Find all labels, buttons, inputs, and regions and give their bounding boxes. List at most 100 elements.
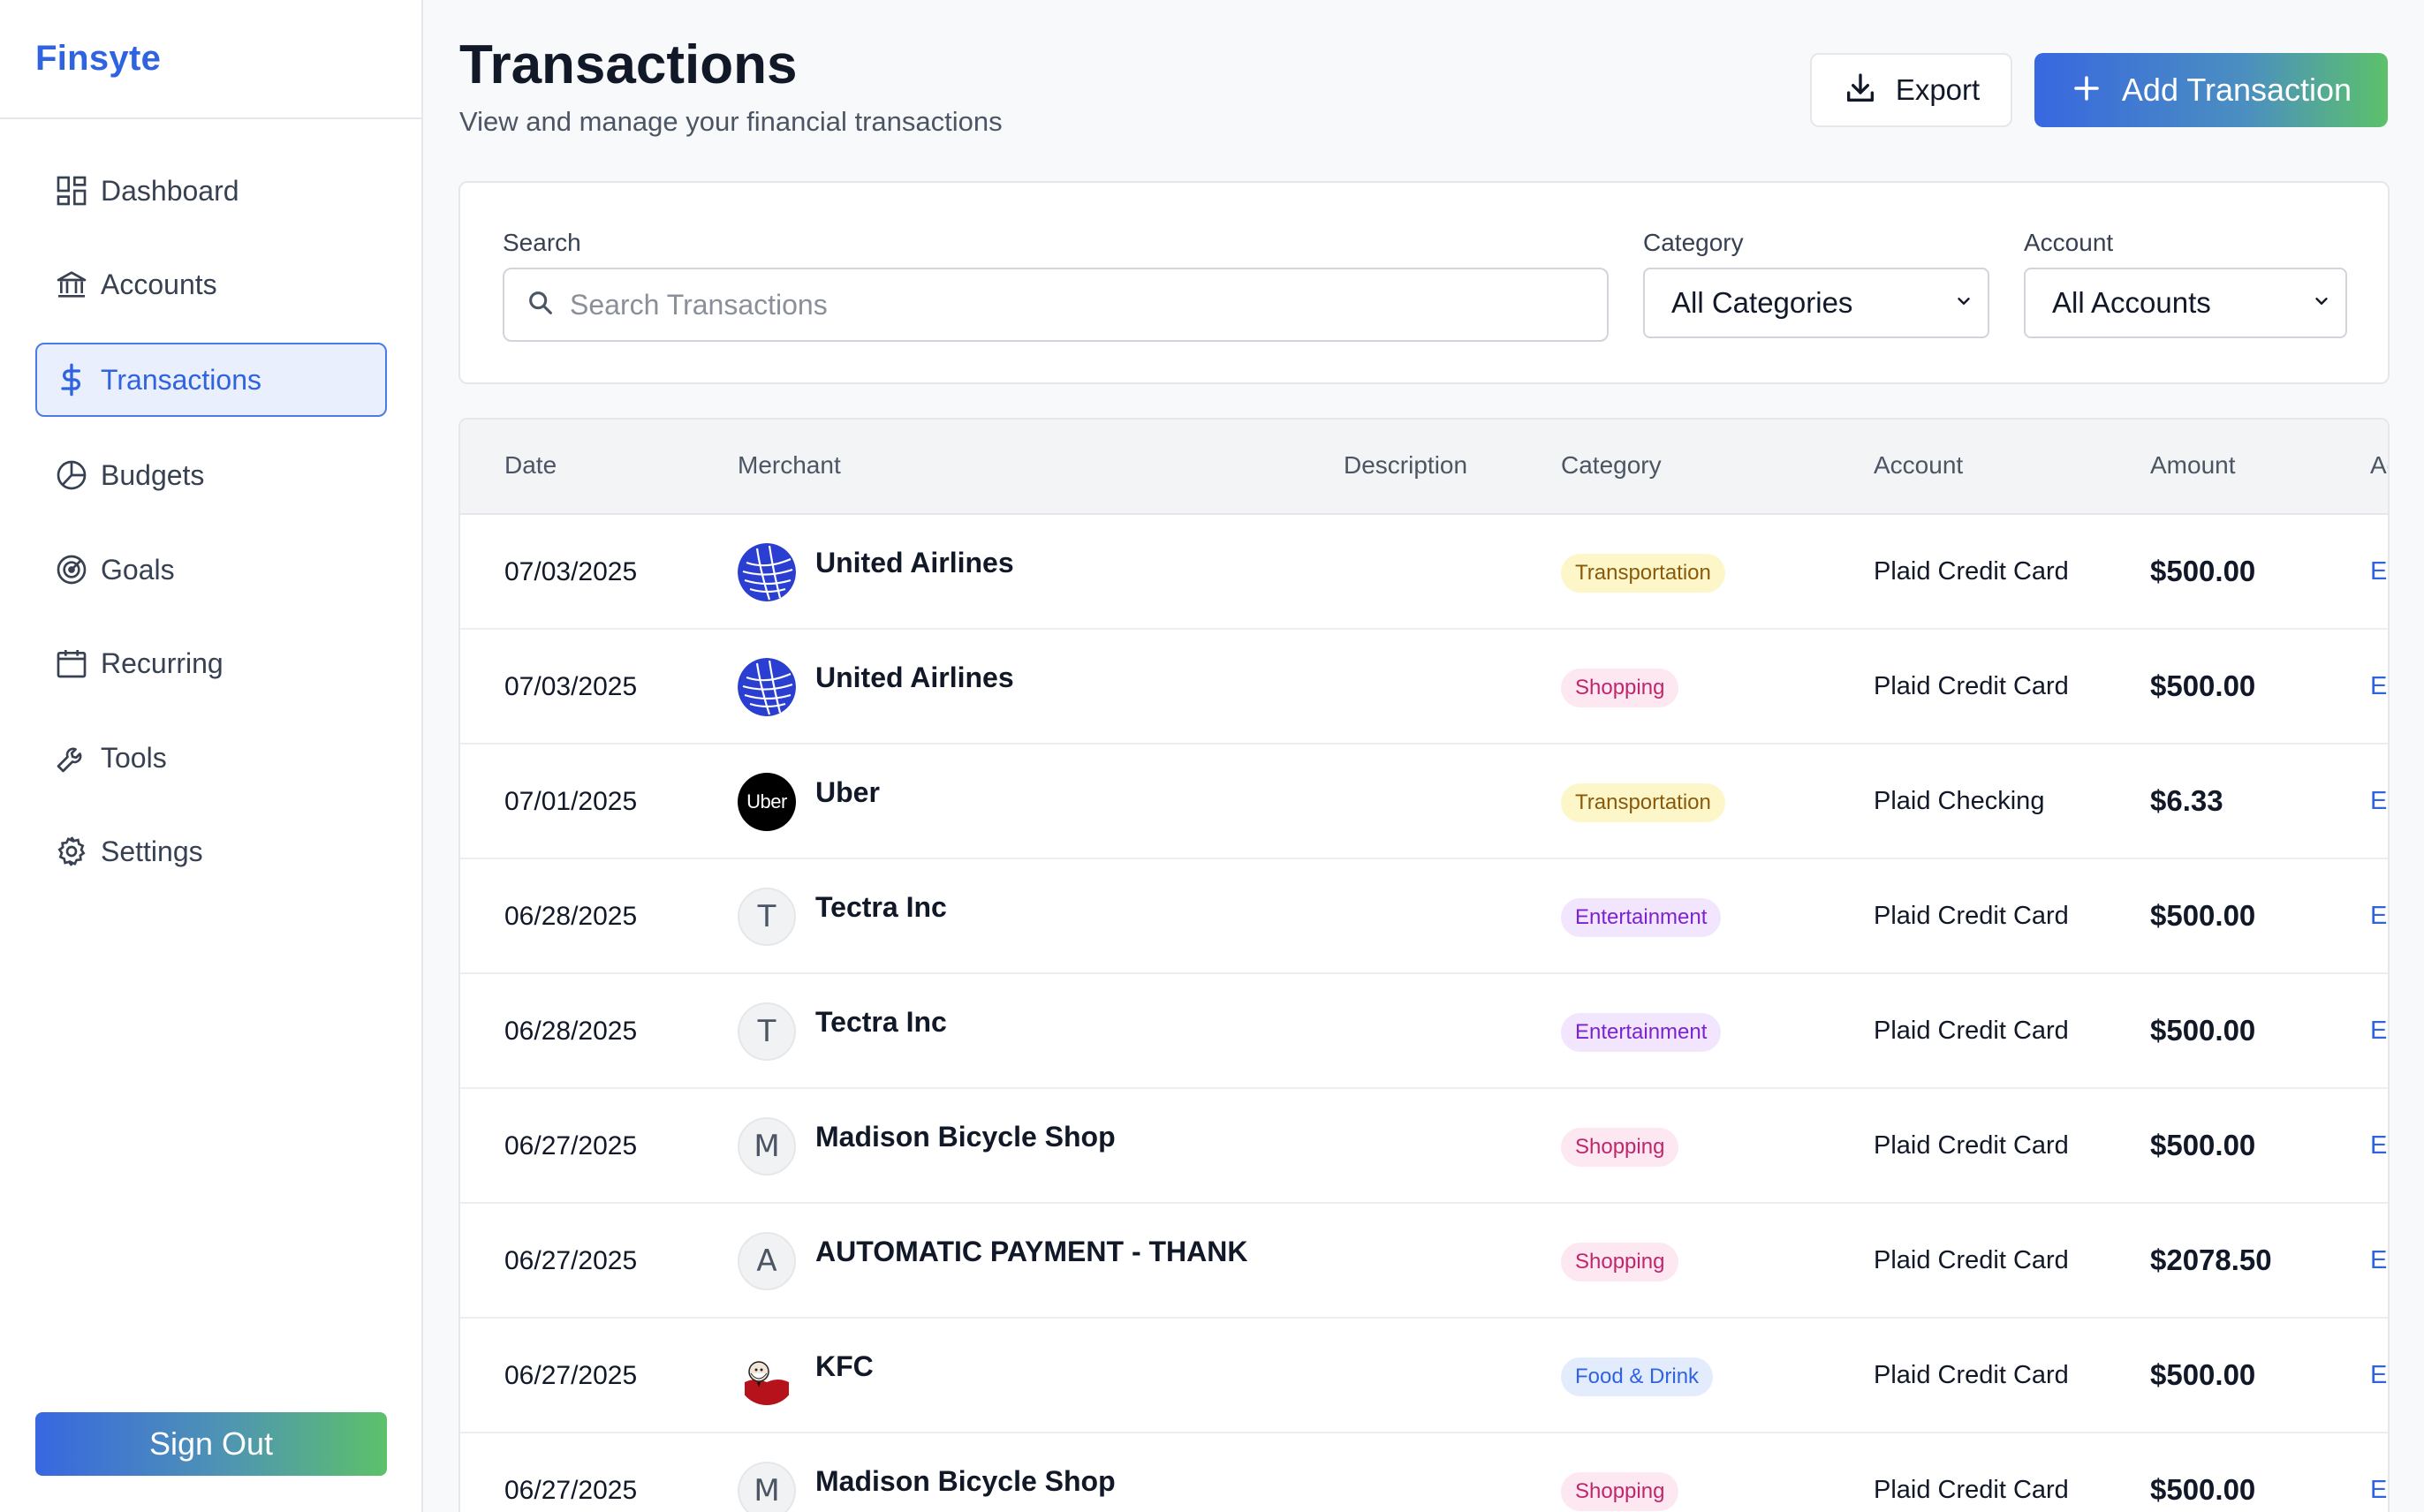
table-header: Date Merchant Description Category Accou… [460,420,2388,515]
search-input[interactable] [570,288,1607,321]
sidebar: Finsyte Dashboard Accounts Transactions Bud… [0,0,423,1512]
filter-panel: Search Category All Categories Account A… [458,181,2390,384]
sidebar-item-tools[interactable]: Tools [35,721,387,795]
column-header-date[interactable]: Date [504,451,557,480]
calendar-icon [53,645,90,682]
account-name: Plaid Credit Card [1874,902,2069,930]
edit-link[interactable]: Ed [2370,1476,2388,1505]
edit-link[interactable]: Ed [2370,672,2388,701]
brand-logo[interactable]: Finsyte [35,39,161,79]
column-header-category[interactable]: Category [1561,451,1662,480]
table-row[interactable]: 06/28/2025 T Tectra Inc Entertainment Plaid … [460,974,2388,1089]
category-badge: Shopping [1561,1128,1679,1167]
account-name: Plaid Credit Card [1874,1017,2069,1045]
transaction-amount: $2078.50 [2150,1244,2272,1276]
merchant-name: United Airlines [815,547,1014,578]
merchant-name: United Airlines [815,662,1014,693]
sign-out-button[interactable]: Sign Out [35,1412,387,1476]
uber-logo: Uber [738,773,796,831]
sidebar-item-label: Settings [101,835,203,867]
sidebar-item-settings[interactable]: Settings [35,814,387,888]
merchant-name: Madison Bicycle Shop [815,1465,1116,1497]
add-transaction-label: Add Transaction [2121,72,2352,108]
edit-link[interactable]: Ed [2370,1017,2388,1046]
category-badge: Transportation [1561,554,1725,593]
account-name: Plaid Credit Card [1874,1131,2069,1160]
kfc-logo [738,1347,796,1405]
table-row[interactable]: 07/03/2025 United Airlines Shopping Plaid C… [460,630,2388,745]
merchant-initial-avatar: T [738,888,796,946]
category-badge: Shopping [1561,1472,1679,1511]
sidebar-item-recurring[interactable]: Recurring [35,626,387,700]
search-icon [526,288,556,322]
transaction-amount: $500.00 [2150,1129,2256,1161]
transaction-amount: $500.00 [2150,669,2256,702]
account-name: Plaid Credit Card [1874,557,2069,586]
transaction-date: 06/27/2025 [504,1361,638,1390]
category-badge: Transportation [1561,783,1725,822]
column-header-merchant[interactable]: Merchant [738,451,841,480]
search-field[interactable] [503,268,1609,342]
table-row[interactable]: 06/27/2025 M Madison Bicycle Shop Shopping P… [460,1089,2388,1204]
brand-header: Finsyte [0,0,421,119]
sidebar-item-transactions[interactable]: Transactions [35,343,387,417]
category-badge: Entertainment [1561,898,1722,937]
column-header-amount[interactable]: Amount [2150,451,2236,480]
sidebar-item-dashboard[interactable]: Dashboard [35,154,387,228]
column-header-description[interactable]: Description [1344,451,1467,480]
merchant-initial-avatar: M [738,1462,796,1512]
sidebar-item-label: Recurring [101,646,223,679]
table-row[interactable]: 07/03/2025 United Airlines Transportation P… [460,515,2388,630]
table-row[interactable]: 06/28/2025 T Tectra Inc Entertainment Plaid … [460,859,2388,974]
chevron-down-icon [1954,291,1973,315]
sidebar-item-label: Accounts [101,268,217,300]
column-header-actions: Ac [2370,451,2388,479]
edit-link[interactable]: Ed [2370,1246,2388,1275]
edit-link[interactable]: Ed [2370,787,2388,816]
bank-icon [53,266,90,303]
account-select-value: All Accounts [2052,286,2211,319]
account-name: Plaid Credit Card [1874,1476,2069,1504]
category-badge: Food & Drink [1561,1357,1714,1396]
account-name: Plaid Credit Card [1874,1361,2069,1389]
pie-chart-icon [53,457,90,494]
target-icon [53,551,90,588]
merchant-name: Tectra Inc [815,1006,947,1038]
transaction-amount: $500.00 [2150,555,2256,587]
page-title: Transactions [459,34,798,95]
sidebar-item-accounts[interactable]: Accounts [35,247,387,321]
sidebar-item-label: Budgets [101,458,205,491]
transactions-table: Date Merchant Description Category Accou… [458,418,2390,1512]
merchant-name: AUTOMATIC PAYMENT - THANK [815,1236,1248,1267]
account-label: Account [2024,229,2114,256]
edit-link[interactable]: Ed [2370,1131,2388,1160]
transaction-date: 06/27/2025 [504,1246,638,1275]
table-row[interactable]: 06/27/2025 M Madison Bicycle Shop Shopping P… [460,1433,2388,1512]
category-select[interactable]: All Categories [1643,268,1989,338]
category-badge: Shopping [1561,669,1679,707]
add-transaction-button[interactable]: Add Transaction [2034,53,2388,127]
merchant-name: KFC [815,1350,874,1382]
merchant-initial-avatar: A [738,1232,796,1290]
edit-link[interactable]: Ed [2370,902,2388,931]
edit-link[interactable]: Ed [2370,557,2388,586]
sidebar-item-goals[interactable]: Goals [35,533,387,607]
transaction-date: 06/28/2025 [504,1017,638,1046]
edit-link[interactable]: Ed [2370,1361,2388,1390]
table-row[interactable]: 06/27/2025 KFC Food & Drink Plaid Credit Ca… [460,1319,2388,1433]
export-button[interactable]: Export [1810,53,2012,127]
sidebar-item-label: Goals [101,553,175,586]
transaction-date: 06/27/2025 [504,1131,638,1160]
column-header-account[interactable]: Account [1874,451,1963,480]
sidebar-item-budgets[interactable]: Budgets [35,438,387,512]
table-row[interactable]: 06/27/2025 A AUTOMATIC PAYMENT - THANK Shop… [460,1204,2388,1319]
category-badge: Shopping [1561,1243,1679,1281]
united-airlines-logo [738,658,796,716]
dollar-icon [53,361,90,398]
account-select[interactable]: All Accounts [2024,268,2347,338]
plus-icon [2071,72,2102,109]
sidebar-item-label: Tools [101,741,167,774]
transaction-date: 07/03/2025 [504,557,638,586]
dashboard-icon [53,172,90,209]
table-row[interactable]: 07/01/2025 Uber Uber Transportation Plaid Ch… [460,745,2388,859]
